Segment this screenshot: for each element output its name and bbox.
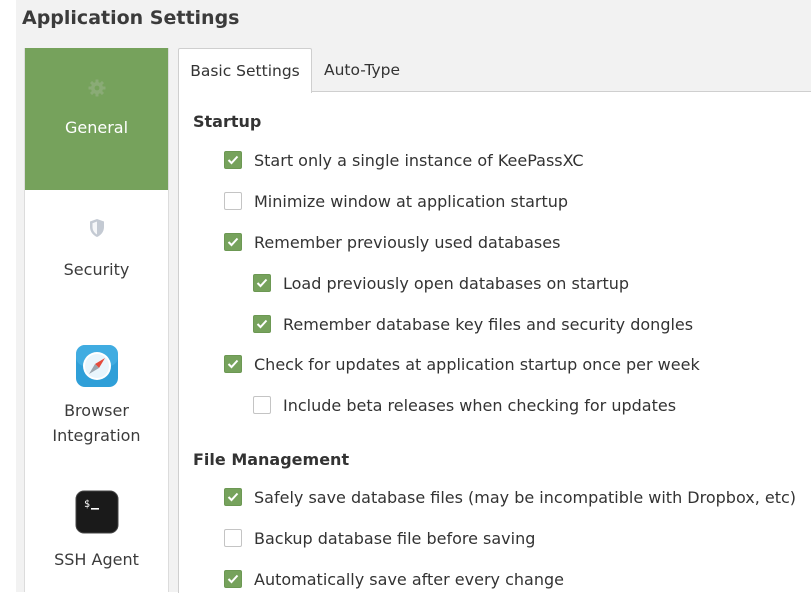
sidebar-item-security[interactable]: Security [25,190,168,318]
checkbox-checked-icon[interactable] [253,274,271,292]
section-title-file-management: File Management [193,450,350,469]
compass-icon [75,345,118,387]
sidebar-item-browser-integration[interactable]: Browser Integration [25,318,168,468]
checkbox-unchecked-icon[interactable] [224,192,242,210]
checkbox-label: Start only a single instance of KeePassX… [254,150,584,170]
checkbox-label: Remember previously used databases [254,232,561,252]
sidebar-item-label: Security [63,260,130,279]
checkbox-checked-icon[interactable] [224,151,242,169]
settings-sidebar: General Security Browser Integration $ S… [24,48,169,592]
sidebar-item-label: SSH Agent [54,550,139,569]
checkbox-label: Automatically save after every change [254,569,564,589]
checkbox-safely-save[interactable]: Safely save database files (may be incom… [224,485,796,509]
checkbox-remember-databases[interactable]: Remember previously used databases [224,230,560,254]
checkbox-label: Safely save database files (may be incom… [254,487,797,507]
checkbox-label: Include beta releases when checking for … [283,395,677,415]
sidebar-item-label-line2: Integration [52,426,141,445]
basic-settings-panel: Startup Start only a single instance of … [178,91,811,593]
checkbox-include-beta[interactable]: Include beta releases when checking for … [253,393,676,417]
shield-icon [89,219,104,237]
checkbox-remember-key-files[interactable]: Remember database key files and security… [253,312,693,336]
checkbox-minimize-on-startup[interactable]: Minimize window at application startup [224,189,568,213]
checkbox-label: Load previously open databases on startu… [283,273,630,293]
checkbox-checked-icon[interactable] [224,355,242,373]
sidebar-item-general[interactable]: General [25,48,168,190]
checkbox-checked-icon[interactable] [224,570,242,588]
checkbox-label: Backup database file before saving [254,528,536,548]
checkbox-label: Check for updates at application startup… [254,354,700,374]
checkbox-backup-before-saving[interactable]: Backup database file before saving [224,526,535,550]
checkbox-single-instance[interactable]: Start only a single instance of KeePassX… [224,148,584,172]
tab-bar: Basic Settings Auto-Type [178,48,811,93]
checkbox-checked-icon[interactable] [224,488,242,506]
terminal-icon: $ [75,490,118,534]
checkbox-unchecked-icon[interactable] [253,396,271,414]
checkbox-autosave[interactable]: Automatically save after every change [224,567,564,591]
sidebar-item-label: Browser [64,401,129,420]
checkbox-checked-icon[interactable] [224,233,242,251]
checkbox-checked-icon[interactable] [253,315,271,333]
checkbox-label: Minimize window at application startup [254,191,569,211]
checkbox-unchecked-icon[interactable] [224,529,242,547]
section-title-startup: Startup [193,112,262,131]
page-title: Application Settings [22,7,240,29]
checkbox-label: Remember database key files and security… [283,314,694,334]
gear-icon [88,79,105,97]
sidebar-item-ssh-agent[interactable]: $ SSH Agent [25,468,168,592]
checkbox-load-open-databases[interactable]: Load previously open databases on startu… [253,271,629,295]
checkbox-check-updates[interactable]: Check for updates at application startup… [224,352,700,376]
tab-auto-type[interactable]: Auto-Type [324,48,400,90]
sidebar-item-label: General [64,118,129,137]
tab-basic-settings[interactable]: Basic Settings [178,48,312,93]
svg-text:$: $ [84,499,90,510]
